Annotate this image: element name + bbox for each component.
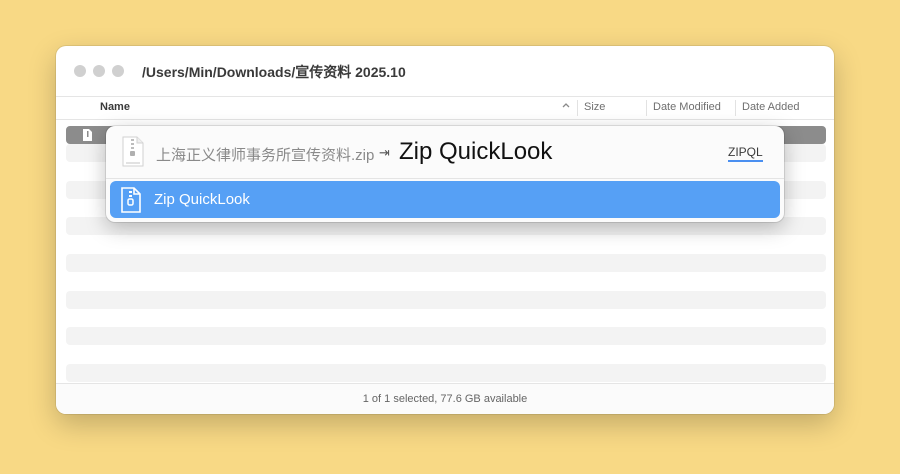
- title-bar: /Users/Min/Downloads/宣传资料 2025.10: [56, 46, 834, 96]
- launcher-query: 上海正义律师事务所宣传资料.zip ⇥ Zip QuickLook ZIPQL: [106, 126, 784, 179]
- column-size[interactable]: Size: [584, 101, 605, 113]
- launcher-popup: 上海正义律师事务所宣传资料.zip ⇥ Zip QuickLook ZIPQL …: [106, 126, 784, 222]
- column-header: Name Size Date Modified Date Added: [56, 96, 834, 120]
- minimize-button[interactable]: [93, 65, 105, 77]
- zip-document-icon: [121, 187, 141, 213]
- column-date-added[interactable]: Date Added: [742, 101, 800, 113]
- file-icon: [83, 129, 92, 141]
- finder-window: /Users/Min/Downloads/宣传资料 2025.10 Name S…: [56, 46, 834, 414]
- close-button[interactable]: [74, 65, 86, 77]
- column-separator[interactable]: [577, 100, 578, 116]
- zoom-button[interactable]: [112, 65, 124, 77]
- result-item-zip-quicklook[interactable]: Zip QuickLook: [110, 181, 780, 218]
- column-separator[interactable]: [735, 100, 736, 116]
- window-title: /Users/Min/Downloads/宣传资料 2025.10: [142, 64, 406, 80]
- table-row: [66, 254, 826, 272]
- table-row: [66, 291, 826, 309]
- column-name[interactable]: Name: [100, 101, 130, 113]
- result-label: Zip QuickLook: [154, 191, 250, 208]
- tab-arrow-icon: ⇥: [379, 145, 390, 160]
- zip-file-icon: [122, 136, 144, 167]
- chevron-up-icon[interactable]: [561, 100, 571, 115]
- table-row: [66, 327, 826, 345]
- action-name[interactable]: Zip QuickLook: [399, 138, 552, 166]
- column-date-modified[interactable]: Date Modified: [653, 101, 721, 113]
- status-bar: 1 of 1 selected, 77.6 GB available: [56, 383, 834, 414]
- source-filename: 上海正义律师事务所宣传资料.zip: [156, 147, 375, 164]
- column-separator[interactable]: [646, 100, 647, 116]
- action-shortcut[interactable]: ZIPQL: [728, 145, 763, 162]
- table-row: [66, 364, 826, 382]
